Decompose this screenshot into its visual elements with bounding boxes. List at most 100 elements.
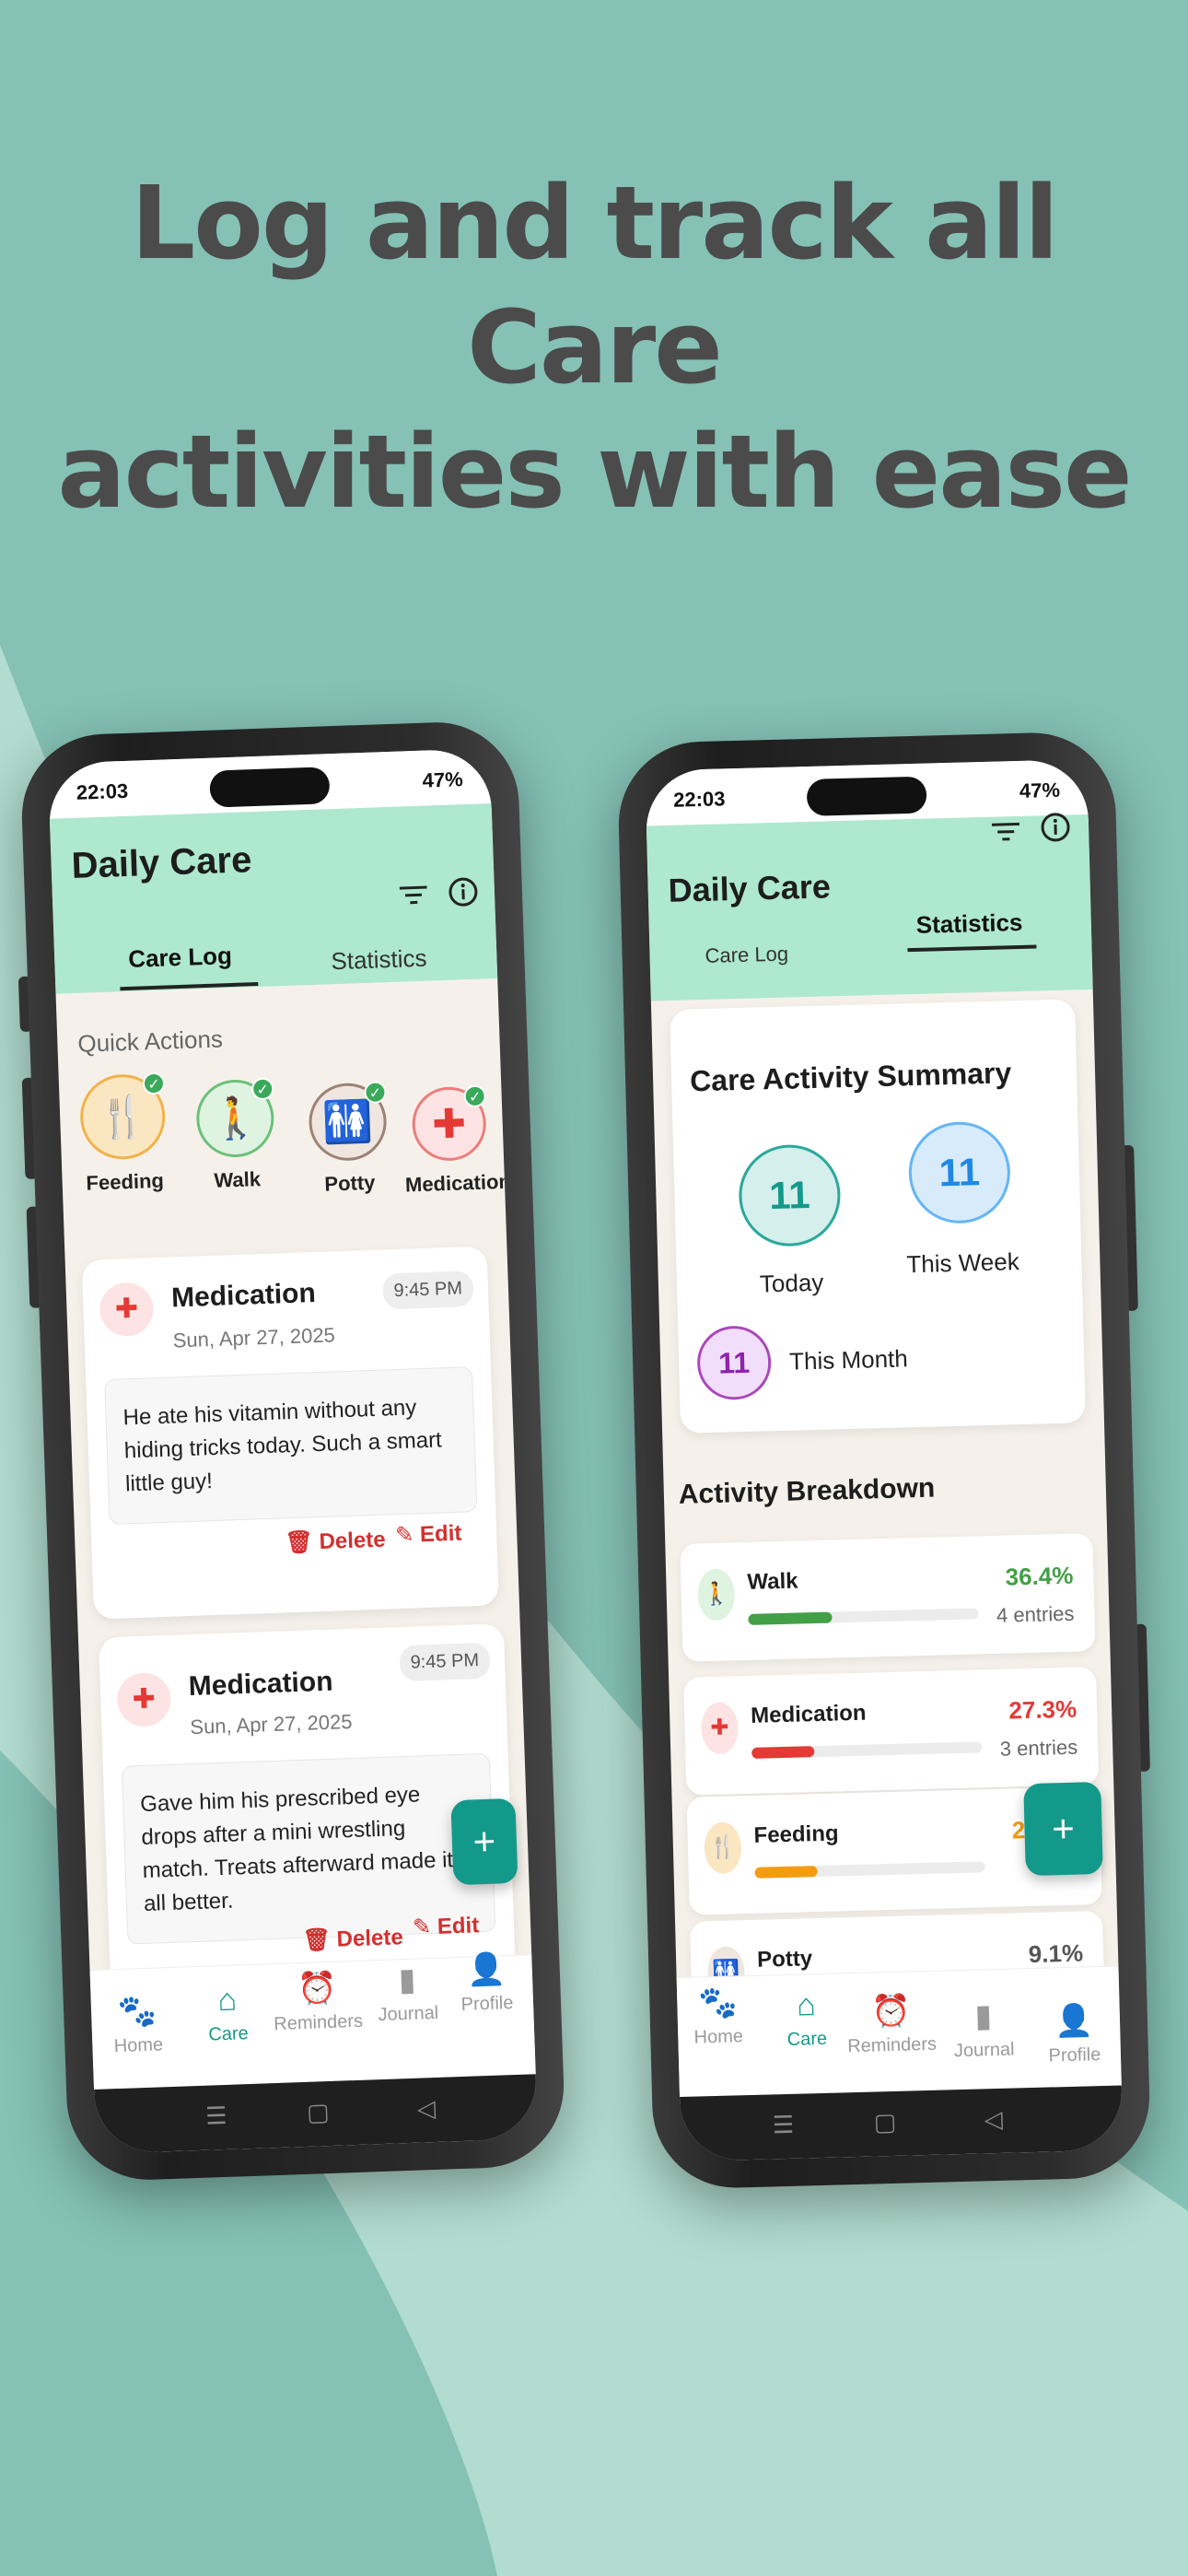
nav-profile[interactable]: 👤 Profile: [1028, 2002, 1122, 2068]
quick-action-label: Potty: [323, 1170, 376, 1196]
delete-button[interactable]: 🗑 Delete: [285, 1527, 386, 1557]
breakdown-bar: [748, 1608, 979, 1625]
quick-action-label: Medication: [404, 1169, 512, 1197]
edit-label: Edit: [419, 1520, 462, 1548]
quick-action-medication[interactable]: ✚ ✓ Medication: [402, 1084, 512, 1197]
care-home-icon: ⌂: [796, 1987, 817, 2023]
breakdown-name: Feeding: [753, 1821, 839, 1848]
nav-label: Journal: [378, 2002, 439, 2026]
recents-icon[interactable]: ☰: [205, 2102, 227, 2131]
nav-profile[interactable]: 👤 Profile: [439, 1950, 533, 2016]
screen: 22:03 47% Daily Care Care Log Statistics…: [47, 748, 539, 2154]
back-icon[interactable]: ◁: [416, 2094, 436, 2124]
delete-button[interactable]: 🗑 Delete: [302, 1924, 403, 1954]
week-label: This Week: [906, 1247, 1020, 1279]
today-label: Today: [759, 1268, 824, 1298]
entry-time: 9:45 PM: [381, 1270, 474, 1310]
quick-action-label: Feeding: [86, 1168, 165, 1195]
nav-care[interactable]: ⌂ Care: [181, 1981, 274, 2046]
quick-action-walk[interactable]: 🚶 ✓ Walk: [188, 1077, 284, 1193]
tab-care-log[interactable]: Care Log: [128, 942, 233, 974]
tab-indicator: [907, 944, 1037, 953]
bottom-nav: 🐾 Home ⌂ Care ⏰ Reminders ▮ Journal 👤 Profile: [676, 1965, 1122, 2098]
nav-reminders[interactable]: ⏰ Reminders: [271, 1969, 365, 2035]
nav-label: Care: [786, 2028, 828, 2050]
headline: Log and track all Care activities with e…: [0, 161, 1188, 534]
medkit-icon: ✚ ✓: [411, 1084, 488, 1163]
home-icon[interactable]: ▢: [873, 2108, 896, 2137]
check-icon: ✓: [463, 1084, 487, 1108]
breakdown-name: Medication: [750, 1700, 867, 1728]
nav-reminders[interactable]: ⏰ Reminders: [844, 1992, 938, 2058]
entry-title: Medication: [188, 1666, 334, 1703]
walk-icon: 🚶 ✓: [194, 1077, 275, 1159]
camera-island: [209, 767, 331, 808]
tab-statistics[interactable]: Statistics: [915, 908, 1022, 940]
breakdown-bar: [751, 1741, 983, 1759]
nav-label: Home: [113, 2034, 164, 2057]
filter-icon[interactable]: [987, 816, 1025, 854]
profile-icon: 👤: [1054, 2003, 1094, 2040]
edit-label: Edit: [437, 1913, 480, 1939]
breakdown-title: Activity Breakdown: [678, 1472, 936, 1510]
breakdown-count: 3 entries: [999, 1735, 1078, 1761]
screen: 22:03 47% Daily Care Care Log Statistics…: [645, 758, 1124, 2162]
breakdown-percent: 27.3%: [1008, 1694, 1077, 1725]
breakdown-name: Walk: [747, 1568, 798, 1595]
quick-action-feeding[interactable]: 🍴 ✓ Feeding: [76, 1071, 171, 1196]
quick-action-potty[interactable]: 🚻 ✓ Potty: [300, 1081, 396, 1197]
tab-statistics[interactable]: Statistics: [331, 944, 427, 977]
add-entry-fab[interactable]: +: [450, 1797, 518, 1886]
breakdown-count: 4 entries: [996, 1601, 1075, 1627]
entry-note: He ate his vitamin without any hiding tr…: [104, 1366, 478, 1526]
breakdown-walk[interactable]: 🚶 Walk 36.4% 4 entries: [680, 1533, 1096, 1662]
fork-knife-icon: 🍴: [704, 1821, 742, 1875]
quick-actions-label: Quick Actions: [76, 1025, 224, 1058]
home-icon[interactable]: ▢: [307, 2098, 331, 2127]
summary-title: Care Activity Summary: [689, 1056, 1012, 1098]
filter-icon[interactable]: [394, 879, 432, 917]
journal-icon: ▮: [973, 1998, 993, 2034]
camera-island: [806, 776, 927, 816]
breakdown-bar-fill: [748, 1611, 833, 1625]
medkit-icon: ✚: [99, 1282, 155, 1338]
alarm-icon: ⏰: [870, 1993, 912, 2030]
recents-icon[interactable]: ☰: [772, 2111, 794, 2140]
status-battery: 47%: [1019, 778, 1061, 802]
breakdown-medication[interactable]: ✚ Medication 27.3% 3 entries: [683, 1667, 1100, 1796]
headline-line-2: activities with ease: [57, 413, 1132, 531]
app-bar: Daily Care Care Log Statistics: [49, 803, 498, 994]
info-icon[interactable]: [444, 875, 482, 913]
status-time: 22:03: [76, 779, 129, 804]
entry-card[interactable]: ✚ Medication Sun, Apr 27, 2025 9:45 PM H…: [81, 1246, 499, 1620]
breakdown-bar-fill: [751, 1746, 815, 1759]
check-icon: ✓: [142, 1071, 166, 1095]
potty-icon: 🚻 ✓: [308, 1081, 389, 1163]
info-icon[interactable]: [1037, 811, 1075, 849]
summary-card: Care Activity Summary 11 Today 11 This W…: [670, 999, 1087, 1434]
entry-time: 9:45 PM: [398, 1642, 491, 1682]
breakdown-bar-fill: [754, 1866, 819, 1879]
back-icon[interactable]: ◁: [984, 2105, 1003, 2135]
medkit-icon: ✚: [700, 1702, 740, 1755]
nav-home[interactable]: 🐾 Home: [671, 1984, 765, 2050]
nav-label: Profile: [460, 1993, 514, 2015]
breakdown-percent: 36.4%: [1005, 1561, 1074, 1591]
nav-home[interactable]: 🐾 Home: [90, 1992, 184, 2058]
paw-icon: 🐾: [697, 1985, 739, 2021]
care-log-content: Quick Actions 🍴 ✓ Feeding 🚶 ✓ Walk 🚻 ✓ Pott…: [56, 978, 534, 2034]
add-entry-fab[interactable]: +: [1023, 1781, 1103, 1877]
status-battery: 47%: [422, 767, 464, 792]
edit-button[interactable]: ✎ Edit: [413, 1912, 480, 1940]
breakdown-name: Potty: [756, 1946, 813, 1973]
today-count: 11: [738, 1143, 842, 1248]
tab-care-log[interactable]: Care Log: [705, 943, 788, 968]
nav-care[interactable]: ⌂ Care: [760, 1986, 854, 2052]
care-home-icon: ⌂: [216, 1982, 238, 2019]
month-label: This Month: [788, 1344, 909, 1376]
nav-journal[interactable]: ▮ Journal: [937, 1996, 1031, 2063]
edit-button[interactable]: ✎ Edit: [395, 1520, 462, 1549]
nav-label: Reminders: [273, 2010, 364, 2035]
statistics-content: Care Activity Summary 11 Today 11 This W…: [650, 971, 1120, 2042]
profile-icon: 👤: [465, 1951, 507, 1988]
